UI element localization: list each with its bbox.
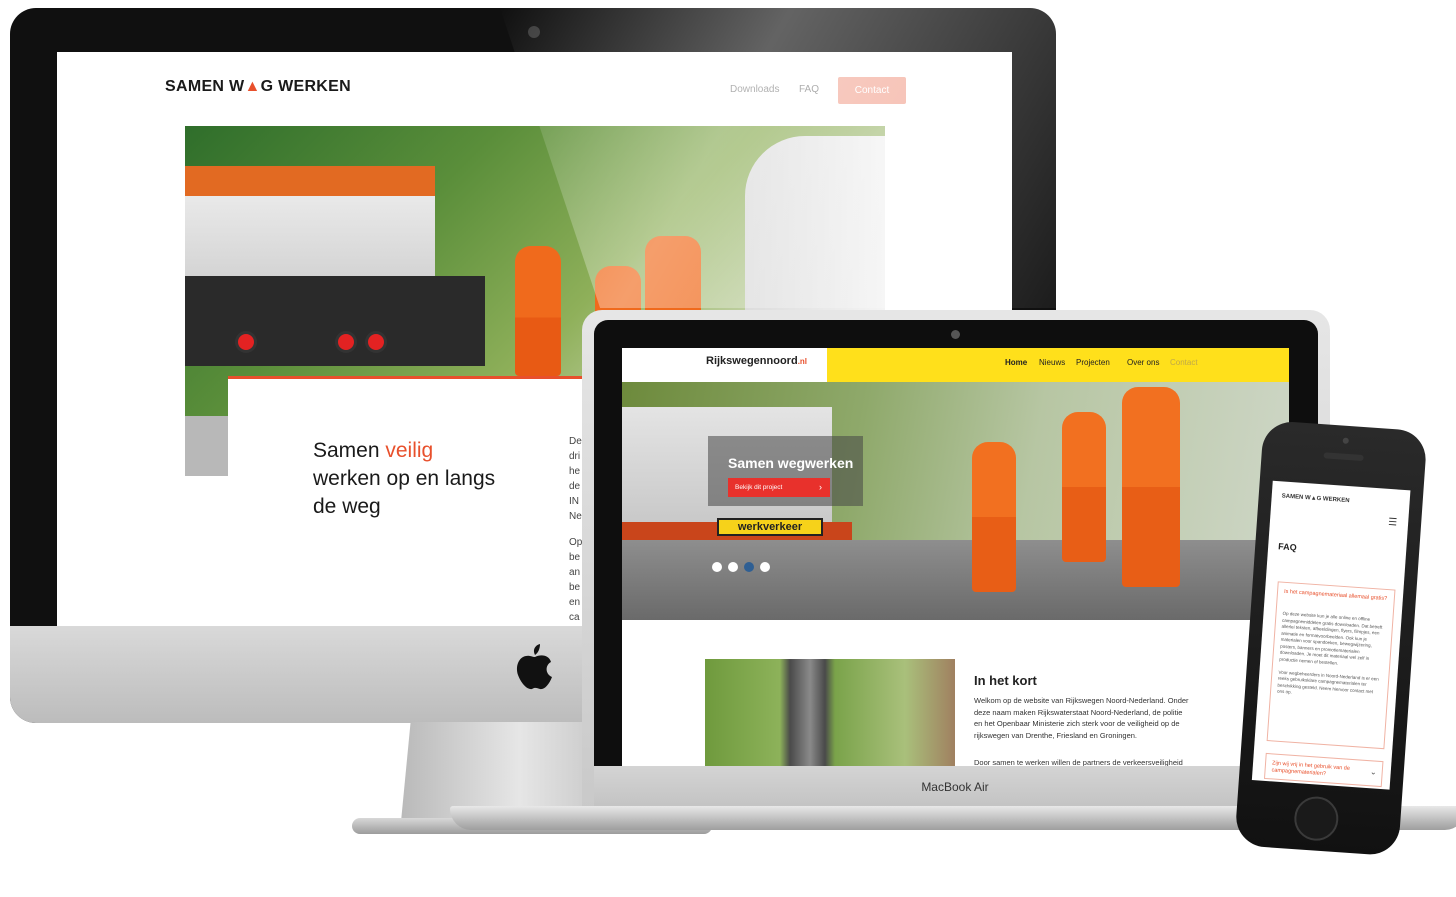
intro-text: Ne bbox=[569, 511, 582, 522]
carousel-dot[interactable] bbox=[760, 562, 770, 572]
aerial-highway-image bbox=[705, 659, 955, 766]
phone-speaker bbox=[1323, 452, 1364, 462]
view-project-button[interactable]: Bekijk dit project › bbox=[728, 478, 830, 497]
intro-text: de bbox=[569, 481, 581, 492]
chevron-right-icon: › bbox=[819, 482, 822, 492]
faq-heading: FAQ bbox=[1277, 541, 1298, 553]
chevron-down-icon[interactable]: ⌄ bbox=[1370, 767, 1377, 776]
phone-home-button[interactable] bbox=[1292, 795, 1340, 843]
intro-text: De bbox=[569, 436, 582, 447]
carousel-dot[interactable] bbox=[712, 562, 722, 572]
road-worker bbox=[1062, 412, 1106, 562]
rijkswegennoord-logo[interactable]: Rijkswegennoord.nl bbox=[706, 355, 807, 367]
tail-light bbox=[365, 331, 387, 353]
nav-home[interactable]: Home bbox=[1005, 358, 1027, 367]
faq-answer: Op deze website kun je alle online en of… bbox=[1276, 610, 1383, 695]
nav-nieuws[interactable]: Nieuws bbox=[1039, 358, 1065, 367]
carousel-dot[interactable] bbox=[728, 562, 738, 572]
intro-text: en bbox=[569, 597, 581, 608]
road-worker bbox=[1122, 387, 1180, 587]
intro-text: be bbox=[569, 552, 581, 563]
macbook-label: MacBook Air bbox=[921, 780, 989, 794]
phone-logo[interactable]: SAMEN W▲G WERKEN bbox=[1282, 493, 1350, 504]
tail-light bbox=[335, 331, 357, 353]
faq-item-expanded[interactable]: Is het campagnemateriaal allemaal gratis… bbox=[1266, 581, 1396, 750]
nav-over-ons[interactable]: Over ons bbox=[1127, 358, 1159, 367]
werkverkeer-sign: werkverkeer bbox=[717, 518, 823, 536]
macbook-camera bbox=[951, 330, 960, 339]
intro-text: he bbox=[569, 466, 581, 477]
section-text: Welkom op de website van Rijkswegen Noor… bbox=[974, 696, 1189, 740]
tail-light bbox=[235, 331, 257, 353]
iphone-frame: SAMEN W▲G WERKEN ☰ FAQ Is het campagnema… bbox=[1234, 420, 1428, 857]
section-text-continued: Door samen te werken willen de partners … bbox=[974, 758, 1183, 766]
faq-item-collapsed[interactable]: Zijn wij vrij in het gebruik van de camp… bbox=[1263, 752, 1384, 788]
nav-faq[interactable]: FAQ bbox=[799, 84, 819, 95]
phone-screen: SAMEN W▲G WERKEN ☰ FAQ Is het campagnema… bbox=[1251, 480, 1411, 790]
nav-contact[interactable]: Contact bbox=[1170, 358, 1198, 367]
carousel-dot-active[interactable] bbox=[744, 562, 754, 572]
faq-question[interactable]: Is het campagnemateriaal allemaal gratis… bbox=[1284, 589, 1388, 603]
intro-text: dri bbox=[569, 451, 581, 462]
hamburger-menu-icon[interactable]: ☰ bbox=[1388, 517, 1398, 529]
truck-rear-shape bbox=[185, 276, 485, 366]
hero-title: Samen veilig werken op en langs de weg bbox=[313, 439, 496, 518]
apple-logo-icon bbox=[516, 644, 552, 690]
faq-question[interactable]: Zijn wij vrij in het gebruik van de camp… bbox=[1271, 760, 1367, 781]
nav-projecten[interactable]: Projecten bbox=[1076, 358, 1110, 367]
intro-text: IN bbox=[569, 496, 579, 507]
intro-text: Op bbox=[569, 537, 583, 548]
road-worker bbox=[972, 442, 1016, 592]
section-title: In het kort bbox=[974, 673, 1037, 688]
macbook-screen: Rijkswegennoord.nl Home Nieuws Projecten… bbox=[622, 348, 1289, 766]
contact-button[interactable]: Contact bbox=[838, 77, 906, 104]
intro-text: an bbox=[569, 567, 581, 578]
intro-text: ca bbox=[569, 612, 580, 623]
nav-downloads[interactable]: Downloads bbox=[730, 84, 779, 95]
samen-wegwerken-logo[interactable]: SAMEN W▲G WERKEN bbox=[165, 78, 351, 96]
imac-camera bbox=[528, 26, 540, 38]
road-worker bbox=[515, 246, 561, 376]
traffic-cone-icon: ▲ bbox=[244, 78, 261, 95]
road-surface bbox=[622, 540, 1289, 620]
intro-text: be bbox=[569, 582, 581, 593]
phone-camera bbox=[1342, 437, 1349, 444]
hero-title: Samen wegwerken bbox=[728, 455, 854, 471]
